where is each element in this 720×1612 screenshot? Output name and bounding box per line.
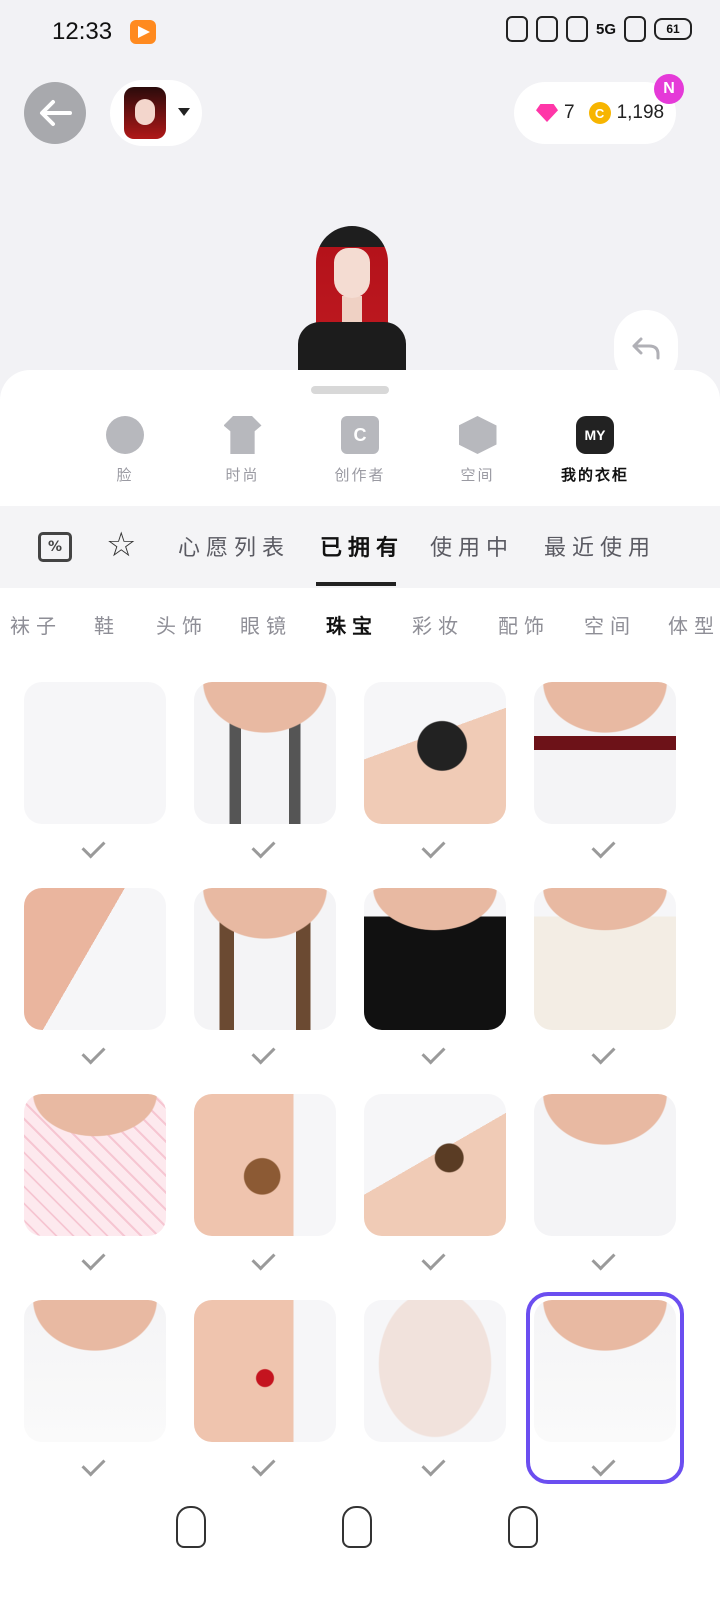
owned-check-icon xyxy=(83,1044,111,1062)
category-my-wardrobe[interactable]: MY 我的衣柜 xyxy=(540,416,650,494)
gem-count: 7 xyxy=(564,102,575,123)
filter-tabs: % ☆ 心愿列表 已拥有 使用中 最近使用 xyxy=(0,506,720,588)
item-heart-pendant-scarf[interactable] xyxy=(194,682,336,824)
caret-down-icon xyxy=(178,108,190,116)
owned-check-icon xyxy=(83,838,111,856)
subcategory-jewelry[interactable]: 珠宝 xyxy=(326,610,378,639)
subcategory-makeup[interactable]: 彩妆 xyxy=(412,610,464,639)
status-bar: 12:33 5G 61 xyxy=(0,0,720,64)
item-pearl-bow-necklace[interactable] xyxy=(24,1300,166,1442)
category-creator[interactable]: C 创作者 xyxy=(305,416,415,494)
arrow-left-icon xyxy=(40,100,72,126)
item-brown-scarf-heart-necklace[interactable] xyxy=(194,888,336,1030)
status-time: 12:33 xyxy=(52,18,113,45)
cube-icon xyxy=(458,416,497,454)
item-red-drop-earring[interactable] xyxy=(194,1300,336,1442)
tab-recent[interactable]: 最近使用 xyxy=(544,530,656,562)
item-cross-velvet-choker[interactable] xyxy=(534,682,676,824)
subcategory-socks[interactable]: 袜子 xyxy=(10,610,62,639)
coin-count: 1,198 xyxy=(616,102,665,123)
my-wardrobe-icon: MY xyxy=(576,416,614,454)
avatar-switcher[interactable] xyxy=(110,80,202,146)
item-leopard-wrist-cuff[interactable] xyxy=(364,1094,506,1236)
battery-icon: 61 xyxy=(654,18,692,40)
item-pink-plaid-fur-scarf[interactable] xyxy=(24,1094,166,1236)
owned-check-icon xyxy=(423,838,451,856)
owned-check-icon xyxy=(423,1250,451,1268)
item-white-fur-scarf[interactable] xyxy=(534,888,676,1030)
shirt-icon xyxy=(223,416,262,454)
owned-check-icon xyxy=(83,1250,111,1268)
tab-wishlist[interactable]: 心愿列表 xyxy=(178,530,290,562)
item-lace-fingerless-glove[interactable] xyxy=(364,682,506,824)
owned-check-icon xyxy=(253,1250,281,1268)
owned-check-icon xyxy=(593,838,621,856)
category-label: 脸 xyxy=(116,466,134,484)
currency-panel[interactable]: 7 C 1,198 xyxy=(514,82,676,144)
wardrobe-sheet: 脸 时尚 C 创作者 空间 MY 我的衣柜 % ☆ 心愿列表 已拥有 使用中 最… xyxy=(0,370,720,1612)
category-face[interactable]: 脸 xyxy=(70,416,180,494)
undo-icon xyxy=(632,337,660,360)
network-label: 5G xyxy=(595,20,616,38)
new-badge: N xyxy=(654,74,684,104)
video-app-icon xyxy=(130,20,156,44)
item-heart-chain-nose-piercing[interactable] xyxy=(24,888,166,1030)
category-bar: 脸 时尚 C 创作者 空间 MY 我的衣柜 xyxy=(70,416,650,494)
face-icon xyxy=(106,416,144,454)
item-beaded-double-necklace[interactable] xyxy=(534,1094,676,1236)
owned-check-icon xyxy=(423,1456,451,1474)
signal-icon xyxy=(624,16,646,42)
hourglass-icon xyxy=(505,16,528,42)
character-icon-2[interactable] xyxy=(342,1506,372,1548)
sheet-handle[interactable] xyxy=(311,386,389,394)
active-tab-indicator xyxy=(316,582,396,586)
selected-item-frame xyxy=(526,1292,684,1484)
star-icon[interactable]: ☆ xyxy=(106,528,136,562)
owned-check-icon xyxy=(593,1250,621,1268)
category-fashion[interactable]: 时尚 xyxy=(188,416,298,494)
avatar-preview xyxy=(298,226,406,376)
subcategory-space[interactable]: 空间 xyxy=(584,610,636,639)
status-icons: 5G 61 xyxy=(505,16,692,42)
category-label: 创作者 xyxy=(334,466,386,484)
owned-check-icon xyxy=(253,838,281,856)
creator-bag-icon: C xyxy=(341,416,379,454)
item-face-base[interactable] xyxy=(364,1300,506,1442)
owned-check-icon xyxy=(83,1456,111,1474)
owned-check-icon xyxy=(253,1456,281,1474)
category-label: 我的衣柜 xyxy=(560,466,629,484)
character-icon-3[interactable] xyxy=(508,1506,538,1548)
subcategory-headwear[interactable]: 头饰 xyxy=(156,610,208,639)
owned-check-icon xyxy=(253,1044,281,1062)
tab-in-use[interactable]: 使用中 xyxy=(430,530,514,562)
subcategory-body[interactable]: 体型 xyxy=(668,610,720,639)
character-icon-1[interactable] xyxy=(176,1506,206,1548)
bottom-nav xyxy=(0,1496,720,1612)
avatar-thumbnail xyxy=(124,87,166,139)
subcategory-shoes[interactable]: 鞋 xyxy=(94,610,120,639)
subcategory-bar: 袜子 鞋 头饰 眼镜 珠宝 彩妆 配饰 空间 体型 xyxy=(0,610,720,642)
owned-check-icon xyxy=(423,1044,451,1062)
category-space[interactable]: 空间 xyxy=(423,416,533,494)
tab-owned[interactable]: 已拥有 xyxy=(320,530,404,562)
owned-check-icon xyxy=(593,1044,621,1062)
subcategory-glasses[interactable]: 眼镜 xyxy=(240,610,292,639)
item-punk-layered-necklace[interactable] xyxy=(24,682,166,824)
subcategory-accessories[interactable]: 配饰 xyxy=(498,610,550,639)
chess-icon xyxy=(565,16,588,42)
gem-icon xyxy=(536,104,558,122)
notification-icon xyxy=(535,16,558,42)
category-label: 时尚 xyxy=(225,466,260,484)
coin-icon: C xyxy=(588,102,611,124)
item-teddy-bear-earring[interactable] xyxy=(194,1094,336,1236)
back-button[interactable] xyxy=(24,82,86,144)
item-black-fur-scarf[interactable] xyxy=(364,888,506,1030)
coupon-icon[interactable]: % xyxy=(38,532,72,562)
category-label: 空间 xyxy=(460,466,495,484)
